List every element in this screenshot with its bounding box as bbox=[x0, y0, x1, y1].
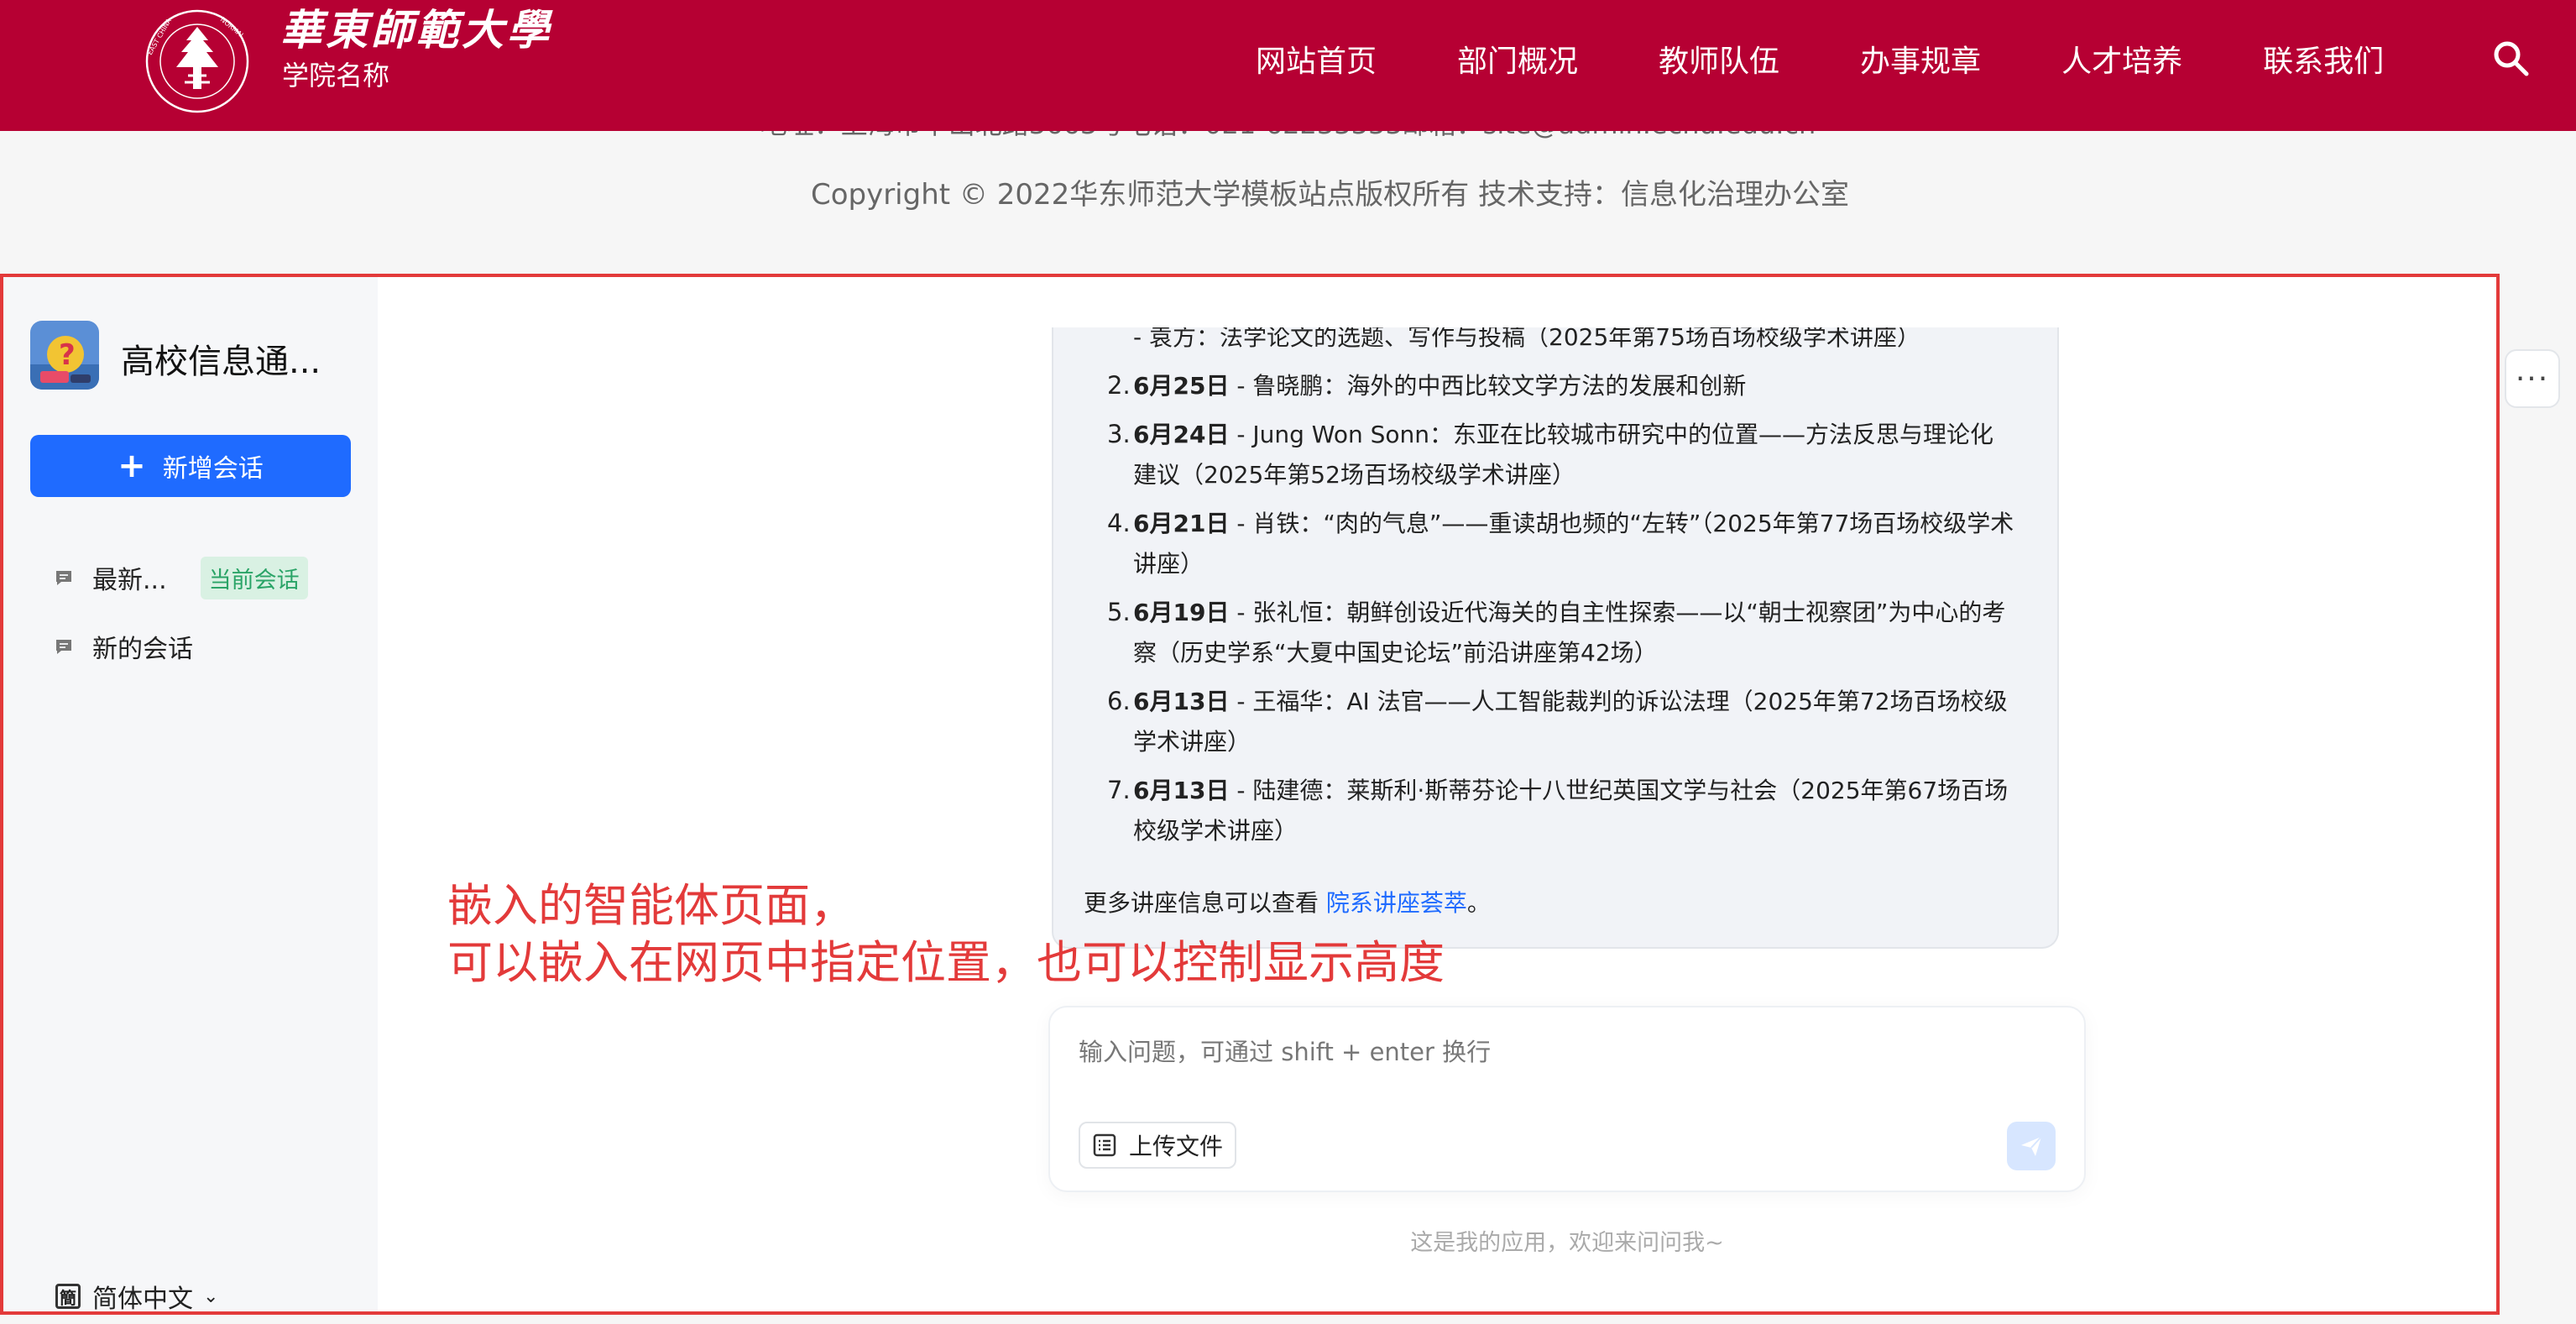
new-chat-label: 新增会话 bbox=[162, 454, 264, 484]
list-number: 4. bbox=[1107, 509, 1131, 537]
app-title: 高校信息通... bbox=[121, 343, 321, 381]
chat-bubble-icon bbox=[56, 571, 71, 585]
search-icon[interactable] bbox=[2491, 39, 2530, 77]
university-seal-logo[interactable]: EAST CHINA NORMAL bbox=[139, 8, 255, 114]
chat-input-placeholder[interactable]: 输入问题，可通过 shift + enter 换行 bbox=[1079, 1033, 1491, 1068]
plus-icon: + bbox=[118, 447, 146, 485]
annotation-line-2: 可以嵌入在网页中指定位置，也可以控制显示高度 bbox=[447, 936, 1445, 989]
conversation-item-current[interactable]: 最新... 当前会话 bbox=[54, 556, 308, 599]
footer-copyright: Copyright © 2022华东师范大学模板站点版权所有 技术支持：信息化治… bbox=[810, 178, 1850, 212]
university-name-logo[interactable]: 華東師範大學 bbox=[280, 5, 552, 55]
current-session-badge: 当前会话 bbox=[200, 556, 308, 599]
file-list-icon bbox=[1093, 1133, 1116, 1157]
site-header: EAST CHINA NORMAL 華東師範大學 学院名称 网站首页 部门概况 … bbox=[0, 0, 2576, 131]
assistant-message-card: - 袁方：法学论文的选题、写作与投稿（2025年第75场百场校级学术讲座） 2.… bbox=[1052, 327, 2059, 949]
upload-file-label: 上传文件 bbox=[1129, 1133, 1224, 1160]
list-item: 6月19日 - 张礼恒：朝鲜创设近代海关的自主性探索——以“朝士视察团”为中心的… bbox=[1133, 599, 2006, 626]
app-hint-text: 这是我的应用，欢迎来问问我~ bbox=[1410, 1230, 1724, 1256]
list-number: 6. bbox=[1107, 687, 1131, 715]
conversation-label: 新的会话 bbox=[92, 635, 193, 664]
list-number: 5. bbox=[1107, 598, 1131, 626]
more-info-line: 更多讲座信息可以查看 院系讲座荟萃。 bbox=[1084, 889, 1491, 917]
nav-item-talent[interactable]: 人才培养 bbox=[2061, 37, 2182, 81]
list-number: 3. bbox=[1107, 420, 1131, 448]
more-options-button[interactable]: ··· bbox=[2505, 349, 2560, 408]
list-item: 6月21日 - 肖铁：“肉的气息”——重读胡也频的“左转”（2025年第77场百… bbox=[1133, 510, 2014, 537]
list-number: 2. bbox=[1107, 371, 1131, 400]
list-item: 6月24日 - Jung Won Sonn：东亚在比较城市研究中的位置——方法反… bbox=[1133, 421, 1994, 448]
nav-item-overview[interactable]: 部门概况 bbox=[1457, 37, 1578, 81]
nav-item-home[interactable]: 网站首页 bbox=[1256, 37, 1377, 81]
list-number: 7. bbox=[1107, 776, 1131, 804]
list-item: 6月13日 - 陆建德：莱斯利·斯蒂芬论十八世纪英国文学与社会（2025年第67… bbox=[1133, 777, 2009, 804]
nav-item-regulations[interactable]: 办事规章 bbox=[1860, 37, 1981, 81]
chat-bubble-icon bbox=[56, 640, 71, 654]
language-select[interactable]: 簡 简体中文 ⌄ bbox=[55, 1278, 219, 1314]
list-item-continued: 校级学术讲座） bbox=[1133, 817, 1298, 845]
list-item: 6月25日 - 鲁晓鹏：海外的中西比较文学方法的发展和创新 bbox=[1133, 372, 1747, 400]
nav-item-contact[interactable]: 联系我们 bbox=[2263, 37, 2384, 81]
list-item: 6月13日 - 王福华：AI 法官——人工智能裁判的诉讼法理（2025年第72场… bbox=[1133, 688, 2008, 715]
language-icon: 簡 bbox=[55, 1284, 81, 1309]
chat-sidebar: ? 高校信息通... + 新增会话 最新... 当前会话 新的会话 簡 简体中文… bbox=[3, 277, 378, 1311]
upload-file-button[interactable]: 上传文件 bbox=[1079, 1122, 1237, 1169]
list-item-continued: 察（历史学系“大夏中国史论坛”前沿讲座第42场） bbox=[1133, 639, 1658, 667]
app-avatar-icon: ? bbox=[30, 321, 99, 390]
department-lectures-link[interactable]: 院系讲座荟萃 bbox=[1326, 889, 1467, 917]
list-item-continued: 建议（2025年第52场百场校级学术讲座） bbox=[1133, 461, 1575, 489]
main-nav: 网站首页 部门概况 教师队伍 办事规章 人才培养 联系我们 bbox=[1256, 0, 2464, 118]
send-icon bbox=[2021, 1136, 2042, 1156]
send-button[interactable] bbox=[2007, 1122, 2056, 1170]
message-line: - 袁方：法学论文的选题、写作与投稿（2025年第75场百场校级学术讲座） bbox=[1133, 327, 1920, 351]
ellipsis-icon: ··· bbox=[2515, 361, 2550, 396]
conversation-item-new[interactable]: 新的会话 bbox=[54, 625, 193, 668]
new-chat-button[interactable]: + 新增会话 bbox=[30, 435, 351, 497]
chevron-down-icon: ⌄ bbox=[203, 1285, 219, 1307]
svg-text:?: ? bbox=[59, 338, 76, 372]
college-name: 学院名称 bbox=[282, 60, 390, 92]
nav-item-faculty[interactable]: 教师队伍 bbox=[1659, 37, 1779, 81]
list-item-continued: 讲座） bbox=[1133, 550, 1204, 578]
language-label: 简体中文 bbox=[92, 1285, 193, 1314]
list-item-continued: 学术讲座） bbox=[1133, 728, 1251, 756]
svg-text:NORMAL: NORMAL bbox=[219, 16, 247, 41]
chat-input-box[interactable]: 输入问题，可通过 shift + enter 换行 上传文件 bbox=[1048, 1006, 2086, 1192]
conversation-label: 最新... bbox=[92, 566, 167, 595]
